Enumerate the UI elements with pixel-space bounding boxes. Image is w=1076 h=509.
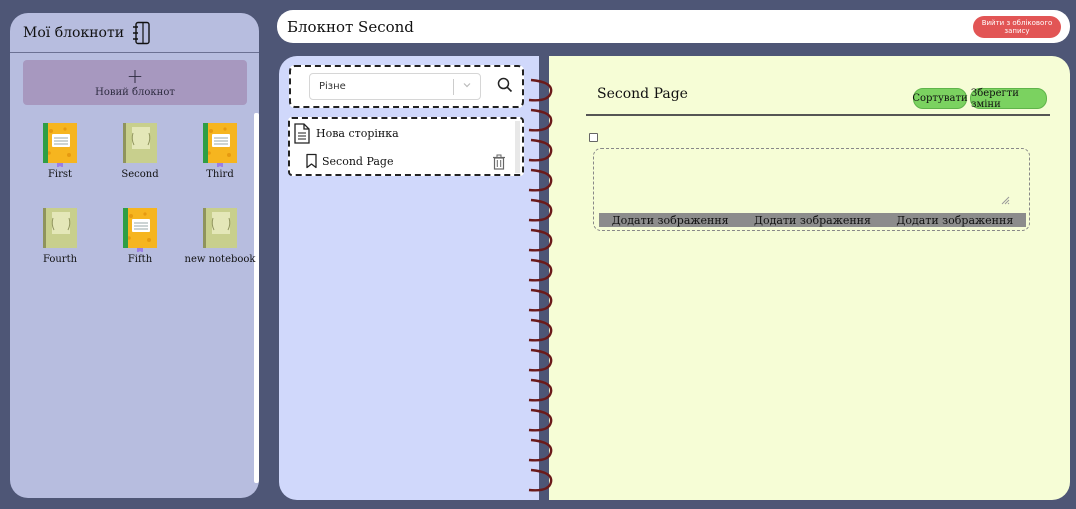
new-page-icon [294,123,310,144]
spiral-ring [528,78,553,102]
plus-icon: + [126,64,144,88]
spiral-ring [528,378,553,402]
page-item-title: Second Page [322,154,394,168]
spiral-binding-icon [528,78,553,492]
spiral-ring [528,138,553,162]
trash-icon[interactable] [492,154,506,170]
page-editor: Second Page Сортувати Зберегти зміни Дод… [549,56,1070,500]
sidebar-header: Мої блокноти [10,13,259,53]
notebook-item[interactable]: Second [100,121,180,180]
top-bar: Блокнот Second Вийти з облікового запису [277,10,1070,43]
chevron-down-icon [463,83,471,88]
spiral-ring [528,198,553,222]
notebook-name: new notebook [184,254,256,265]
notebook-cover-orange-icon [43,123,77,167]
spiral-ring [528,408,553,432]
sort-button[interactable]: Сортувати [912,88,968,109]
notebook-cover-orange-icon [203,123,237,167]
notebook-item[interactable]: Fourth [20,206,100,265]
notebook-icon [133,21,150,44]
logout-button[interactable]: Вийти з облікового запису [973,16,1061,38]
notebook-cover-beige-icon [43,208,77,248]
page-search-box: Різне [289,65,524,108]
spiral-ring [528,228,553,252]
sidebar-title: Мої блокноти [23,24,125,41]
resize-handle-icon[interactable] [1000,195,1010,205]
spiral-ring [528,108,553,132]
notebooks-sidebar: Мої блокноти + Новий блокнот First Secon… [10,13,259,498]
category-select-value: Різне [319,81,346,92]
new-page-label: Нова сторінка [316,127,399,140]
title-divider [586,114,1050,116]
add-image-button[interactable]: Додати зображення [741,214,883,227]
new-notebook-label: Новий блокнот [95,87,175,98]
spiral-ring [528,348,553,372]
notebook-item[interactable]: Fifth [100,206,180,265]
notebook-item[interactable]: First [20,121,100,180]
select-separator [453,79,454,95]
page-title: Second Page [597,86,688,102]
notebook-name: First [47,169,73,180]
search-icon[interactable] [497,77,513,93]
add-image-button[interactable]: Додати зображення [599,214,741,227]
new-notebook-button[interactable]: + Новий блокнот [23,60,247,105]
save-button[interactable]: Зберегти зміни [970,88,1047,110]
block-textarea[interactable] [599,151,1004,209]
notebook-name: Fifth [127,254,153,265]
notebook-name: Second [121,169,159,180]
bookmark-icon [306,153,317,169]
notebook-name: Third [206,169,234,180]
add-image-button[interactable]: Додати зображення [884,214,1026,227]
notebook-title: Блокнот Second [287,17,414,36]
block-checkbox[interactable] [589,133,598,142]
notebook-cover-orange-icon [123,208,157,252]
spiral-ring [528,288,553,312]
spiral-ring [528,318,553,342]
notebook-cover-beige-icon [203,208,237,248]
image-buttons-bar: Додати зображення Додати зображення Дода… [599,213,1026,227]
notebook-cover-beige-icon [123,123,157,163]
spiral-ring [528,258,553,282]
category-select[interactable]: Різне [309,73,481,100]
page-list-scrollbar[interactable] [515,121,520,173]
content-block: Додати зображення Додати зображення Дода… [593,148,1030,231]
new-page-button[interactable]: Нова сторінка [293,123,399,144]
page-item[interactable]: Second Page [305,153,393,169]
spiral-ring [528,168,553,192]
spiral-ring [528,438,553,462]
notebook-item[interactable]: new notebook [180,206,259,265]
notebook-name: Fourth [42,254,78,265]
spiral-ring [528,468,553,492]
pages-panel: Різне Нова сторінка Second Page [279,56,539,500]
notebook-item[interactable]: Third [180,121,259,180]
page-list: Нова сторінка Second Page [288,117,524,176]
